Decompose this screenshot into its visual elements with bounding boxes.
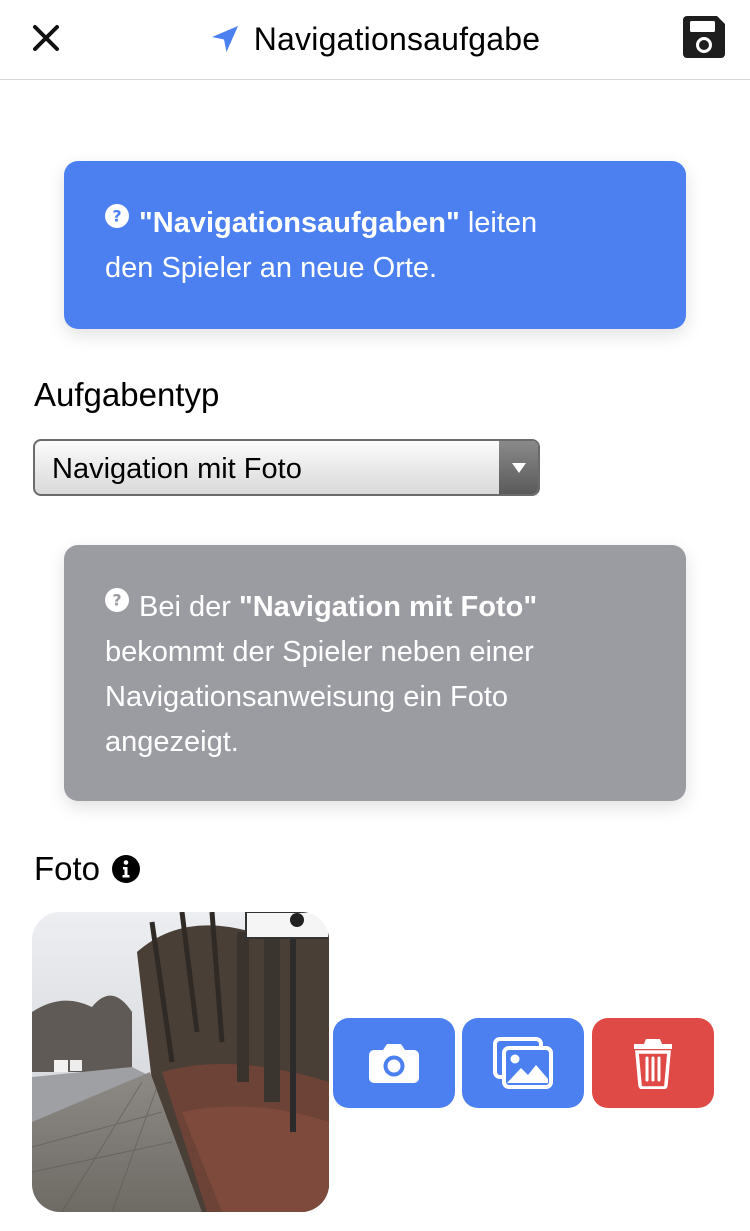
dropdown-arrow[interactable]: [499, 441, 538, 494]
page-title: Navigationsaufgabe: [253, 20, 541, 57]
camera-icon: [369, 1044, 419, 1083]
question-circle-icon: ?: [105, 588, 129, 612]
svg-text:?: ?: [112, 591, 121, 610]
type-info-text-start: Bei der: [139, 591, 239, 623]
intro-highlight: "Navigationsaufgaben": [139, 207, 460, 239]
intro-text-rest: leiten: [459, 207, 538, 239]
task-type-select[interactable]: Navigation mit Foto: [33, 439, 540, 496]
svg-text:?: ?: [112, 207, 121, 226]
floppy-disk-icon: [683, 16, 725, 58]
question-circle-icon: ?: [105, 204, 129, 228]
delete-photo-button[interactable]: [592, 1018, 714, 1108]
trash-icon: [634, 1039, 672, 1089]
photo-image: [32, 912, 329, 1212]
images-icon: [493, 1037, 553, 1089]
intro-info-card: ? "Navigationsaufgaben" leiten den Spiel…: [64, 161, 686, 329]
choose-from-gallery-button[interactable]: [462, 1018, 584, 1108]
top-bar: Navigationsaufgabe: [0, 0, 750, 80]
title-group: Navigationsaufgabe: [0, 0, 750, 78]
task-photo: [32, 912, 329, 1212]
caret-down-icon: [511, 462, 526, 473]
type-info-text-rest: bekommt der Spieler neben einer Navigati…: [105, 636, 534, 758]
task-type-value: Navigation mit Foto: [52, 453, 302, 485]
take-photo-button[interactable]: [333, 1018, 455, 1108]
task-type-info-card: ? Bei der "Navigation mit Foto" bekommt …: [64, 545, 686, 801]
type-info-highlight: "Navigation mit Foto": [238, 591, 538, 623]
task-type-label: Aufgabentyp: [34, 376, 220, 413]
photo-label: Foto: [34, 850, 101, 887]
photo-section-header: Foto: [34, 850, 141, 888]
save-button[interactable]: [681, 14, 727, 60]
intro-text-line2: den Spieler an neue Orte.: [105, 252, 438, 284]
info-circle-icon[interactable]: [112, 855, 141, 883]
location-arrow-icon: [211, 26, 238, 52]
